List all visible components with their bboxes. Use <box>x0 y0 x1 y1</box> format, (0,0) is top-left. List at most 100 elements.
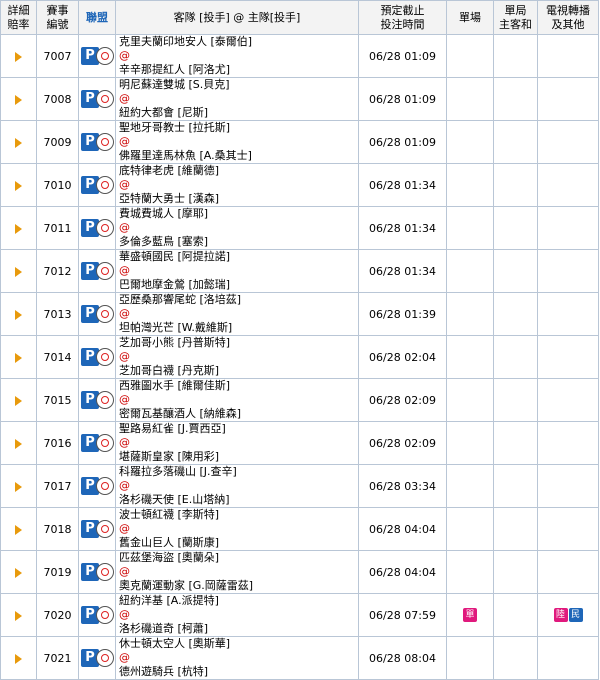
detail-odds-cell[interactable] <box>0 249 37 293</box>
play-arrow-icon[interactable] <box>15 481 22 492</box>
league-cell: P <box>78 550 116 594</box>
league-cell: P <box>78 636 116 680</box>
table-row: 7009 P 聖地牙哥教士 [拉托斯] @ 佛羅里達馬林魚 [A.桑其士] 06… <box>0 120 599 164</box>
cutoff-time: 06/28 01:34 <box>358 249 447 293</box>
detail-odds-cell[interactable] <box>0 507 37 551</box>
away-team: 克里夫蘭印地安人 [泰爾伯] @ <box>119 35 358 63</box>
cutoff-time: 06/28 02:09 <box>358 421 447 465</box>
detail-odds-cell[interactable] <box>0 335 37 379</box>
single-cell <box>446 120 494 164</box>
league-cell: P <box>78 163 116 207</box>
play-arrow-icon[interactable] <box>15 653 22 664</box>
baseball-league-icon: P <box>81 606 114 624</box>
home-team: 辛辛那提紅人 [阿洛尤] <box>119 63 231 76</box>
teams-cell: 芝加哥小熊 [丹普斯特] @ 芝加哥白襪 [丹克斯] <box>115 335 359 379</box>
play-arrow-icon[interactable] <box>15 223 22 234</box>
at-sign: @ <box>119 92 130 105</box>
baseball-league-icon: P <box>81 47 114 65</box>
detail-odds-cell[interactable] <box>0 593 37 637</box>
away-team: 明尼蘇達雙城 [S.貝克] @ <box>119 78 358 106</box>
baseball-league-icon: P <box>81 90 114 108</box>
detail-odds-cell[interactable] <box>0 34 37 78</box>
at-sign: @ <box>119 651 130 664</box>
away-team: 聖地牙哥教士 [拉托斯] @ <box>119 121 358 149</box>
play-arrow-icon[interactable] <box>15 395 22 406</box>
header-match-no: 賽事 編號 <box>36 0 79 35</box>
teams-cell: 亞歷桑那響尾蛇 [洛培茲] @ 坦帕灣光芒 [W.戴維斯] <box>115 292 359 336</box>
play-arrow-icon[interactable] <box>15 352 22 363</box>
away-team: 匹茲堡海盜 [奧蘭朵] @ <box>119 551 358 579</box>
cutoff-time: 06/28 01:34 <box>358 206 447 250</box>
home-team: 芝加哥白襪 [丹克斯] <box>119 364 220 377</box>
match-number: 7011 <box>36 206 79 250</box>
detail-odds-cell[interactable] <box>0 464 37 508</box>
play-arrow-icon[interactable] <box>15 610 22 621</box>
tv-channel-icon[interactable]: 陸 <box>553 608 568 622</box>
single-bet-icon[interactable]: 單 <box>463 608 477 622</box>
teams-cell: 科羅拉多落磯山 [J.查辛] @ 洛杉磯天使 [E.山塔納] <box>115 464 359 508</box>
league-cell: P <box>78 120 116 164</box>
baseball-league-icon: P <box>81 133 114 151</box>
teams-cell: 費城費城人 [摩耶] @ 多倫多藍鳥 [塞索] <box>115 206 359 250</box>
tv-cell: 陸民 <box>537 593 599 637</box>
play-arrow-icon[interactable] <box>15 94 22 105</box>
table-row: 7020 P 紐約洋基 [A.派提特] @ 洛杉磯道奇 [柯蕭] 06/28 0… <box>0 593 599 637</box>
play-arrow-icon[interactable] <box>15 438 22 449</box>
league-cell: P <box>78 507 116 551</box>
cutoff-time: 06/28 02:04 <box>358 335 447 379</box>
detail-odds-cell[interactable] <box>0 77 37 121</box>
play-arrow-icon[interactable] <box>15 309 22 320</box>
play-arrow-icon[interactable] <box>15 137 22 148</box>
baseball-league-icon: P <box>81 262 114 280</box>
match-number: 7017 <box>36 464 79 508</box>
table-row: 7016 P 聖路易紅雀 [J.賈西亞] @ 堪薩斯皇家 [陳用彩] 06/28… <box>0 421 599 465</box>
match-number: 7009 <box>36 120 79 164</box>
match-number: 7008 <box>36 77 79 121</box>
cutoff-time: 06/28 04:04 <box>358 550 447 594</box>
tv-cell <box>537 163 599 207</box>
home-team: 多倫多藍鳥 [塞索] <box>119 235 209 248</box>
at-sign: @ <box>119 565 130 578</box>
header-teams: 客隊 [投手] @ 主隊[投手] <box>115 0 359 35</box>
baseball-league-icon: P <box>81 434 114 452</box>
match-number: 7021 <box>36 636 79 680</box>
bureau-cell <box>493 378 538 422</box>
detail-odds-cell[interactable] <box>0 163 37 207</box>
teams-cell: 克里夫蘭印地安人 [泰爾伯] @ 辛辛那提紅人 [阿洛尤] <box>115 34 359 78</box>
bureau-cell <box>493 593 538 637</box>
home-team: 堪薩斯皇家 [陳用彩] <box>119 450 220 463</box>
detail-odds-cell[interactable] <box>0 421 37 465</box>
tv-cell <box>537 507 599 551</box>
table-row: 7019 P 匹茲堡海盜 [奧蘭朵] @ 奧克蘭運動家 [G.岡薩雷茲] 06/… <box>0 550 599 594</box>
detail-odds-cell[interactable] <box>0 120 37 164</box>
play-arrow-icon[interactable] <box>15 180 22 191</box>
single-cell <box>446 292 494 336</box>
table-row: 7018 P 波士頓紅襪 [李斯特] @ 舊金山巨人 [蘭斯康] 06/28 0… <box>0 507 599 551</box>
detail-odds-cell[interactable] <box>0 378 37 422</box>
teams-cell: 華盛頓國民 [阿提拉諾] @ 巴爾地摩金鶯 [加懿瑞] <box>115 249 359 293</box>
tv-cell <box>537 378 599 422</box>
header-league: 聯盟 <box>78 0 116 35</box>
play-arrow-icon[interactable] <box>15 51 22 62</box>
teams-cell: 聖路易紅雀 [J.賈西亞] @ 堪薩斯皇家 [陳用彩] <box>115 421 359 465</box>
play-arrow-icon[interactable] <box>15 567 22 578</box>
header-time: 預定截止 投注時間 <box>358 0 447 35</box>
table-row: 7014 P 芝加哥小熊 [丹普斯特] @ 芝加哥白襪 [丹克斯] 06/28 … <box>0 335 599 379</box>
league-cell: P <box>78 378 116 422</box>
detail-odds-cell[interactable] <box>0 550 37 594</box>
header-single: 單場 <box>446 0 494 35</box>
tv-channel-icon[interactable]: 民 <box>568 608 583 622</box>
league-cell: P <box>78 206 116 250</box>
teams-cell: 明尼蘇達雙城 [S.貝克] @ 紐約大都會 [尼斯] <box>115 77 359 121</box>
play-arrow-icon[interactable] <box>15 266 22 277</box>
home-team: 紐約大都會 [尼斯] <box>119 106 209 119</box>
table-row: 7021 P 休士頓太空人 [奧斯華] @ 德州遊騎兵 [杭特] 06/28 0… <box>0 636 599 680</box>
detail-odds-cell[interactable] <box>0 636 37 680</box>
single-cell <box>446 550 494 594</box>
league-cell: P <box>78 34 116 78</box>
at-sign: @ <box>119 522 130 535</box>
detail-odds-cell[interactable] <box>0 206 37 250</box>
play-arrow-icon[interactable] <box>15 524 22 535</box>
table-row: 7008 P 明尼蘇達雙城 [S.貝克] @ 紐約大都會 [尼斯] 06/28 … <box>0 77 599 121</box>
detail-odds-cell[interactable] <box>0 292 37 336</box>
